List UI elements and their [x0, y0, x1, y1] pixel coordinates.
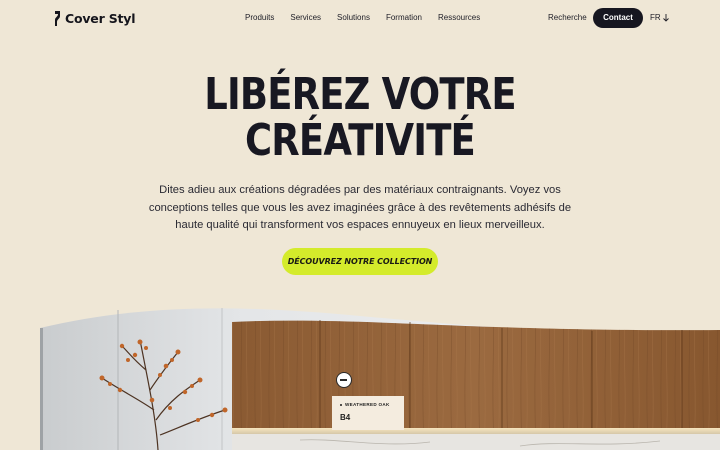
language-label: FR — [650, 13, 661, 22]
hero-description: Dites adieu aux créations dégradées par … — [148, 184, 572, 231]
bullet-icon — [340, 403, 342, 406]
product-hotspot-minus-icon[interactable] — [336, 372, 352, 388]
hero-title: LIBÉREZ VOTRE CRÉATIVITÉ — [58, 72, 663, 164]
hero-title-line-2: CRÉATIVITÉ — [245, 115, 476, 166]
product-tag: WEATHERED OAK B4 — [332, 396, 404, 430]
top-nav: Cover Styl Produits Services Solutions F… — [0, 0, 720, 36]
logo-icon — [55, 10, 60, 26]
contact-button[interactable]: Contact — [593, 8, 643, 28]
arrow-down-icon — [662, 13, 669, 22]
product-tag-name: WEATHERED OAK — [345, 402, 390, 407]
menu-item-solutions[interactable]: Solutions — [337, 13, 370, 22]
product-tag-code: B4 — [340, 413, 351, 422]
brand-name: Cover Styl — [65, 10, 136, 26]
menu-item-produits[interactable]: Produits — [245, 13, 274, 22]
menu-item-ressources[interactable]: Ressources — [438, 13, 480, 22]
hero-title-line-1: LIBÉREZ VOTRE — [204, 69, 516, 120]
collection-cta-button[interactable]: DÉCOUVREZ NOTRE COLLECTION — [282, 248, 438, 275]
language-selector[interactable]: FR — [650, 13, 669, 22]
brand-logo[interactable]: Cover Styl — [53, 10, 136, 26]
search-link[interactable]: Recherche — [548, 13, 587, 22]
menu-item-formation[interactable]: Formation — [386, 13, 422, 22]
menu-item-services[interactable]: Services — [290, 13, 321, 22]
main-menu: Produits Services Solutions Formation Re… — [245, 13, 480, 22]
